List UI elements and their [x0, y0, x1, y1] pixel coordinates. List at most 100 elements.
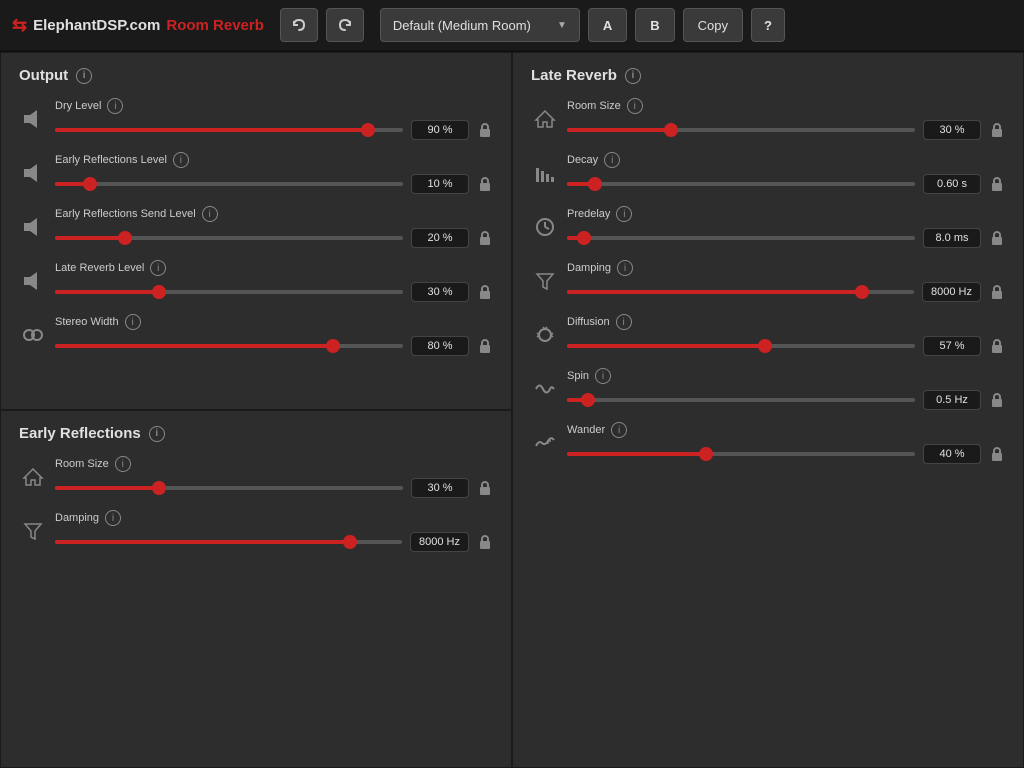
er-damping-lock-icon[interactable] — [477, 534, 493, 550]
er-house-icon — [19, 463, 47, 491]
logo-arrows-icon: ⇆ — [12, 15, 27, 36]
er-send-control: 20 % — [55, 228, 493, 248]
lr-predelay-lock-icon[interactable] — [989, 230, 1005, 246]
a-button[interactable]: A — [588, 8, 627, 42]
lr-room-size-info-icon[interactable]: i — [627, 98, 643, 114]
lr-room-size-lock-icon[interactable] — [989, 122, 1005, 138]
late-reverb-level-row: Late Reverb Level i 30 % — [19, 260, 493, 302]
lr-damping-info-icon[interactable]: i — [617, 260, 633, 276]
lr-damping-row: Damping i 8000 Hz — [531, 260, 1005, 302]
redo-button[interactable] — [326, 8, 364, 42]
chevron-down-icon: ▼ — [557, 20, 567, 31]
help-button[interactable]: ? — [751, 8, 785, 42]
volume4-icon — [19, 267, 47, 295]
lr-diffusion-info-icon[interactable]: i — [616, 314, 632, 330]
early-reflections-info-icon[interactable]: i — [149, 426, 165, 442]
lr-spin-value: 0.5 Hz — [923, 390, 981, 410]
lr-damping-value: 8000 Hz — [922, 282, 981, 302]
lr-spin-label: Spin i — [567, 368, 1005, 384]
er-level-info-icon[interactable]: i — [173, 152, 189, 168]
dry-level-info-icon[interactable]: i — [107, 98, 123, 114]
er-send-level-row: Early Reflections Send Level i 20 % — [19, 206, 493, 248]
lr-decay-label: Decay i — [567, 152, 1005, 168]
output-info-icon[interactable]: i — [76, 68, 92, 84]
lr-decay-lock-icon[interactable] — [989, 176, 1005, 192]
lr-level-info-icon[interactable]: i — [150, 260, 166, 276]
stereo-width-slider[interactable] — [55, 344, 403, 348]
lr-decay-info-icon[interactable]: i — [604, 152, 620, 168]
er-level-lock-icon[interactable] — [477, 176, 493, 192]
er-send-fill — [55, 236, 125, 240]
er-send-thumb[interactable] — [118, 231, 132, 245]
copy-button[interactable]: Copy — [683, 8, 743, 42]
lr-room-size-label: Room Size i — [567, 98, 1005, 114]
stereo-width-thumb[interactable] — [326, 339, 340, 353]
er-room-size-slider[interactable] — [55, 486, 403, 490]
lr-damping-slider[interactable] — [567, 290, 914, 294]
lr-decay-slider[interactable] — [567, 182, 915, 186]
dry-level-row: Dry Level i 90 % — [19, 98, 493, 140]
er-send-info-icon[interactable]: i — [202, 206, 218, 222]
stereo-width-lock-icon[interactable] — [477, 338, 493, 354]
output-panel: Output i Dry Level i 90 — [0, 52, 512, 410]
undo-button[interactable] — [280, 8, 318, 42]
dry-level-value: 90 % — [411, 120, 469, 140]
stereo-width-row: Stereo Width i 80 % — [19, 314, 493, 356]
lr-spin-info-icon[interactable]: i — [595, 368, 611, 384]
late-reverb-info-icon[interactable]: i — [625, 68, 641, 84]
dry-level-slider[interactable] — [55, 128, 403, 132]
bars-icon — [531, 159, 559, 187]
lr-diffusion-lock-icon[interactable] — [989, 338, 1005, 354]
lr-level-fill — [55, 290, 159, 294]
er-level-value: 10 % — [411, 174, 469, 194]
er-level-slider[interactable] — [55, 182, 403, 186]
stereo-width-section: Stereo Width i 80 % — [55, 314, 493, 356]
dry-level-section: Dry Level i 90 % — [55, 98, 493, 140]
lr-level-lock-icon[interactable] — [477, 284, 493, 300]
dry-level-thumb[interactable] — [361, 123, 375, 137]
er-room-size-lock-icon[interactable] — [477, 480, 493, 496]
lr-damping-label: Damping i — [567, 260, 1005, 276]
er-room-size-label: Room Size i — [55, 456, 493, 472]
lr-predelay-info-icon[interactable]: i — [616, 206, 632, 222]
er-send-section: Early Reflections Send Level i 20 % — [55, 206, 493, 248]
stereo-width-fill — [55, 344, 333, 348]
lr-wander-lock-icon[interactable] — [989, 446, 1005, 462]
lr-decay-value: 0.60 s — [923, 174, 981, 194]
er-damping-value: 8000 Hz — [410, 532, 469, 552]
b-button[interactable]: B — [635, 8, 674, 42]
er-level-thumb[interactable] — [83, 177, 97, 191]
lr-predelay-slider[interactable] — [567, 236, 915, 240]
clock-icon — [531, 213, 559, 241]
lr-spin-row: Spin i 0.5 Hz — [531, 368, 1005, 410]
lr-predelay-label: Predelay i — [567, 206, 1005, 222]
er-send-slider[interactable] — [55, 236, 403, 240]
volume3-icon — [19, 213, 47, 241]
er-room-size-info-icon[interactable]: i — [115, 456, 131, 472]
lr-level-thumb[interactable] — [152, 285, 166, 299]
er-send-lock-icon[interactable] — [477, 230, 493, 246]
lr-diffusion-slider[interactable] — [567, 344, 915, 348]
lr-level-control: 30 % — [55, 282, 493, 302]
er-damping-slider[interactable] — [55, 540, 402, 544]
er-level-control: 10 % — [55, 174, 493, 194]
early-reflections-title: Early Reflections i — [19, 425, 493, 442]
lr-diffusion-value: 57 % — [923, 336, 981, 356]
lr-spin-lock-icon[interactable] — [989, 392, 1005, 408]
early-reflections-panel: Early Reflections i Room Size i — [0, 410, 512, 768]
wander-icon — [531, 429, 559, 457]
preset-dropdown[interactable]: Default (Medium Room) ▼ — [380, 8, 580, 42]
er-damping-info-icon[interactable]: i — [105, 510, 121, 526]
lr-level-label: Late Reverb Level i — [55, 260, 493, 276]
lr-diffusion-row: Diffusion i 57 % — [531, 314, 1005, 356]
logo: ⇆ ElephantDSP.com Room Reverb — [12, 15, 264, 36]
lr-wander-slider[interactable] — [567, 452, 915, 456]
stereo-width-info-icon[interactable]: i — [125, 314, 141, 330]
lr-wander-info-icon[interactable]: i — [611, 422, 627, 438]
dry-level-lock-icon[interactable] — [477, 122, 493, 138]
lr-damping-lock-icon[interactable] — [989, 284, 1005, 300]
lr-level-slider[interactable] — [55, 290, 403, 294]
early-reflections-level-row: Early Reflections Level i 10 % — [19, 152, 493, 194]
lr-room-size-slider[interactable] — [567, 128, 915, 132]
lr-spin-slider[interactable] — [567, 398, 915, 402]
